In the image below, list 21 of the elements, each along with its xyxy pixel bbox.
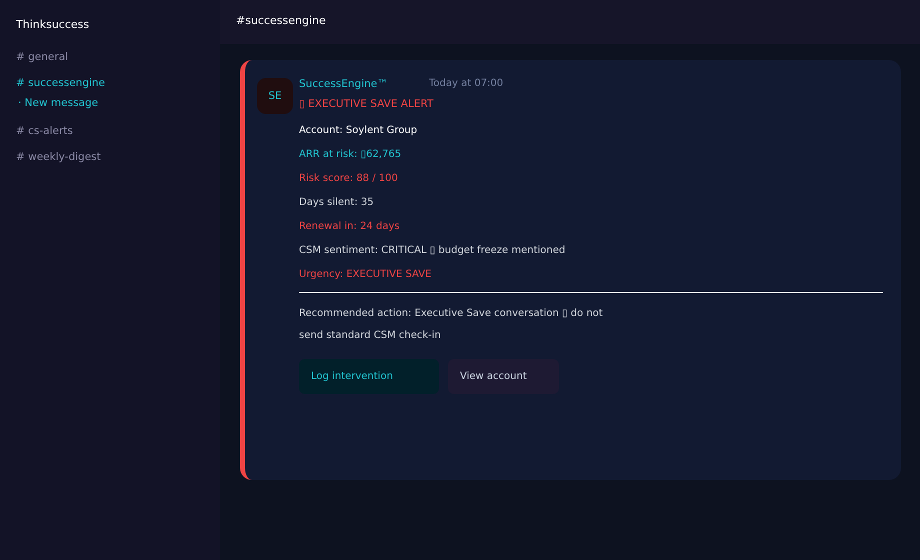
field-line: ARR at risk: ▯62,765 [299,148,402,162]
field-line: CSM sentiment: CRITICAL ▯ budget freeze mentioned [299,244,566,258]
channel-item[interactable]: # successengine [16,77,204,89]
view-button[interactable]: View account [448,359,559,394]
field-line: Urgency: EXECUTIVE SAVE [299,268,432,282]
log-button[interactable]: Log intervention [299,359,439,394]
avatar: SE [257,78,293,114]
timestamp: Today at 07:00 [429,78,504,90]
new-message-note: · New message [18,97,100,109]
channel-title: #successengine [236,14,326,27]
alert-title: ▯ EXECUTIVE SAVE ALERT [299,98,434,110]
channel-item[interactable]: # general [16,51,204,63]
field-line: Renewal in: 24 days [299,220,401,234]
field-line: Days silent: 35 [299,196,375,210]
channel-item[interactable]: # cs-alerts [16,125,204,137]
sender-name: SuccessEngine™ [299,78,389,90]
channel-item[interactable]: # weekly-digest [16,151,204,163]
field-line: Risk score: 88 / 100 [299,172,399,186]
field-line: Account: Soylent Group [299,124,418,138]
recommendation-text: Recommended action: Executive Save conversation ▯ do not send standard CSM check-in [299,307,604,343]
workspace-name: Thinksuccess [16,18,90,31]
